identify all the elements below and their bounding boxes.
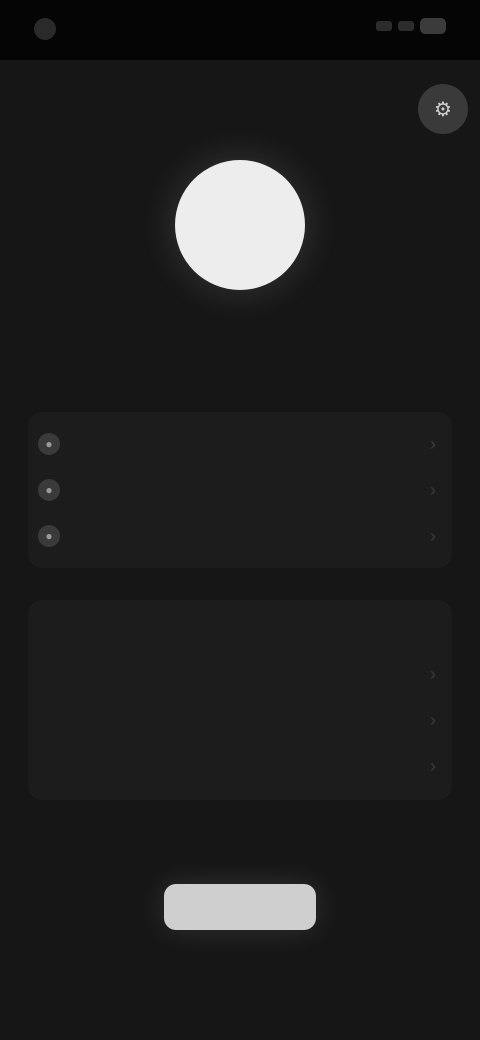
avatar-container	[0, 160, 480, 290]
chevron-right-icon: ›	[430, 710, 436, 730]
top-bar: ⚙	[0, 84, 480, 140]
gear-icon: ⚙	[434, 98, 452, 121]
wifi-icon	[398, 21, 414, 31]
status-right	[376, 18, 446, 34]
menu-item-6[interactable]: ›	[28, 748, 452, 784]
menu-card-2: › › ›	[28, 600, 452, 800]
app-icon	[34, 18, 56, 40]
primary-button[interactable]	[164, 884, 316, 930]
status-left	[34, 18, 64, 40]
battery-icon	[420, 18, 446, 34]
menu-item-3[interactable]: ● ›	[28, 518, 452, 554]
signal-icon	[376, 21, 392, 31]
status-bar	[0, 0, 480, 60]
chevron-right-icon: ›	[430, 526, 436, 546]
settings-button[interactable]: ⚙	[418, 84, 468, 134]
menu-card-1: ● › ● › ● ›	[28, 412, 452, 568]
user-icon: ●	[38, 433, 60, 455]
chevron-right-icon: ›	[430, 480, 436, 500]
avatar[interactable]	[175, 160, 305, 290]
menu-item-4[interactable]: ›	[28, 656, 452, 692]
menu-item-5[interactable]: ›	[28, 702, 452, 738]
lock-icon: ●	[38, 525, 60, 547]
chevron-right-icon: ›	[430, 664, 436, 684]
chevron-right-icon: ›	[430, 756, 436, 776]
menu-item-1[interactable]: ● ›	[28, 426, 452, 462]
menu-item-2[interactable]: ● ›	[28, 472, 452, 508]
chevron-right-icon: ›	[430, 434, 436, 454]
bell-icon: ●	[38, 479, 60, 501]
